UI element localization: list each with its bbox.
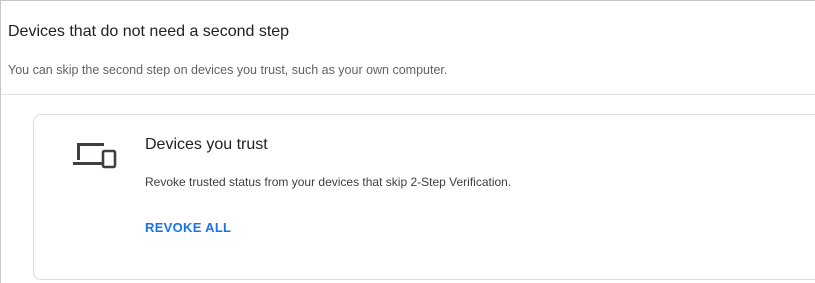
section-title: Devices that do not need a second step <box>8 23 290 40</box>
revoke-all-button[interactable]: REVOKE ALL <box>137 214 239 242</box>
divider <box>1 94 815 95</box>
section-description: You can skip the second step on devices … <box>8 63 448 77</box>
card-title: Devices you trust <box>145 136 268 153</box>
card-description: Revoke trusted status from your devices … <box>145 175 512 189</box>
devices-icon <box>73 143 117 169</box>
